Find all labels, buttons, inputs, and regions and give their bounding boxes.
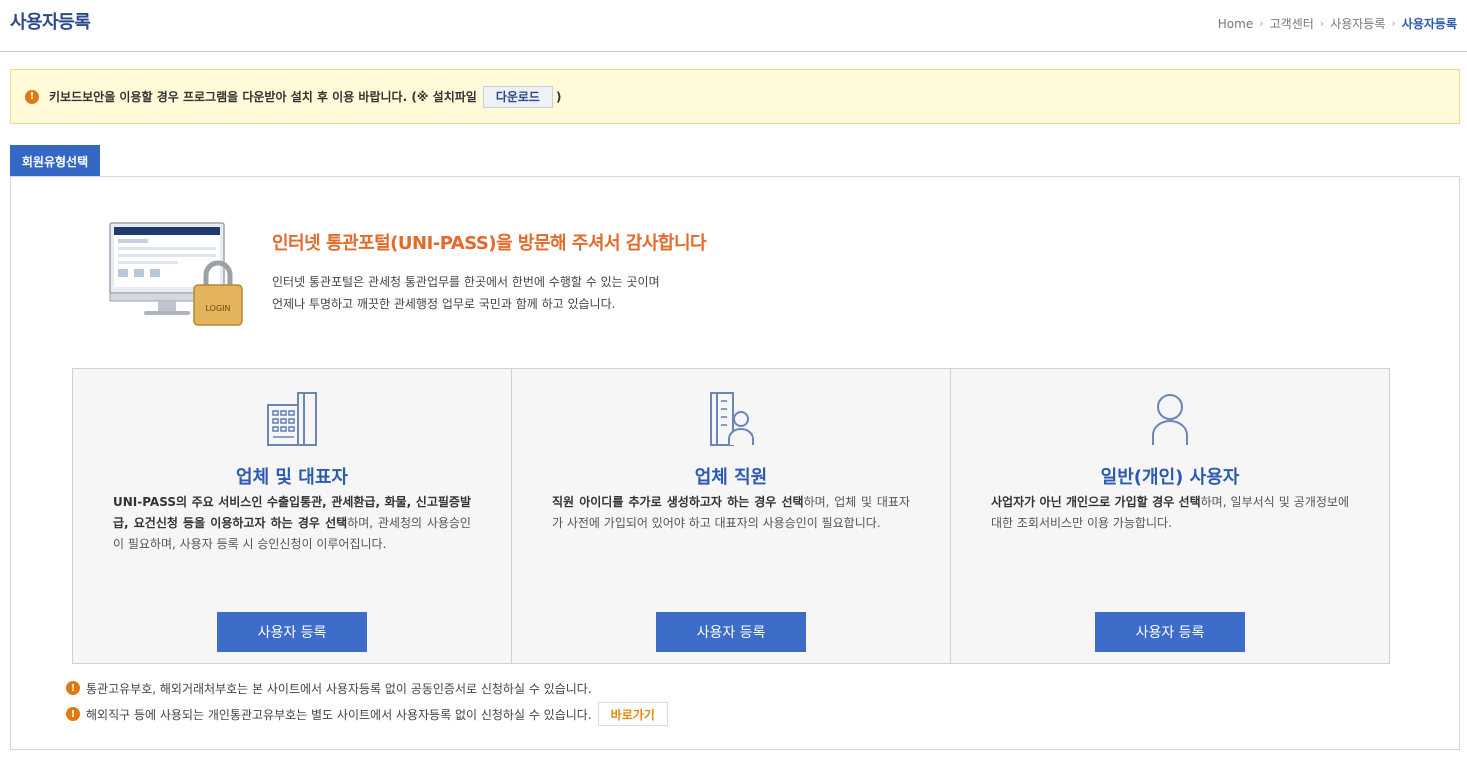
card-title: 업체 및 대표자 — [236, 467, 348, 488]
card-individual-user: 일반(개인) 사용자 사업자가 아닌 개인으로 가입할 경우 선택하며, 일부서… — [950, 369, 1389, 663]
welcome-text: 인터넷 통관포털은 관세청 통관업무를 한곳에서 한번에 수행할 수 있는 곳이… — [272, 271, 660, 315]
download-button[interactable]: 다운로드 — [482, 85, 553, 108]
note-customs-code: ! 통관고유부호, 해외거래처부호는 본 사이트에서 사용자등록 없이 공동인증… — [66, 675, 668, 701]
welcome-text-line2: 언제나 투명하고 깨끗한 관세행정 업무로 국민과 함께 하고 있습니다. — [272, 297, 616, 311]
register-company-button[interactable]: 사용자 등록 — [217, 612, 367, 652]
card-description: 사업자가 아닌 개인으로 가입할 경우 선택하며, 일부서식 및 공개정보에 대… — [991, 492, 1349, 534]
card-title: 업체 직원 — [694, 467, 768, 488]
chevron-right-icon: › — [1319, 17, 1325, 30]
note-personal-customs-code: ! 해외직구 등에 사용되는 개인통관고유부호는 별도 사이트에서 사용자등록 … — [66, 701, 668, 727]
card-company-employee: 업체 직원 직원 아이디를 추가로 생성하고자 하는 경우 선택하며, 업체 및… — [511, 369, 950, 663]
card-description: UNI-PASS의 주요 서비스인 수출입통관, 관세환급, 화물, 신고필증발… — [113, 492, 471, 555]
member-type-panel: LOGIN 인터넷 통관포털(UNI-PASS)을 방문해 주셔서 감사합니다 … — [10, 176, 1460, 750]
welcome-text-line1: 인터넷 통관포털은 관세청 통관업무를 한곳에서 한번에 수행할 수 있는 곳이… — [272, 275, 660, 289]
tab-member-type-select[interactable]: 회원유형선택 — [10, 145, 100, 177]
chevron-right-icon: › — [1259, 17, 1264, 30]
warning-icon: ! — [25, 89, 39, 104]
page-title: 사용자등록 — [10, 12, 91, 33]
page-header: 사용자등록 Home › 고객센터 › 사용자등록 › 사용자등록 — [0, 0, 1467, 52]
welcome-title: 인터넷 통관포털(UNI-PASS)을 방문해 주셔서 감사합니다 — [272, 233, 707, 254]
notice-text: 키보드보안을 이용할 경우 프로그램을 다운받아 설치 후 이용 바랍니다. (… — [49, 90, 477, 104]
breadcrumb: Home › 고객센터 › 사용자등록 › 사용자등록 — [1218, 15, 1457, 32]
card-company-representative: 업체 및 대표자 UNI-PASS의 주요 서비스인 수출입통관, 관세환급, … — [73, 369, 511, 663]
card-title: 일반(개인) 사용자 — [1100, 467, 1240, 488]
keyboard-security-notice: ! 키보드보안을 이용할 경우 프로그램을 다운받아 설치 후 이용 바랍니다.… — [10, 69, 1460, 124]
warning-icon: ! — [66, 707, 80, 721]
monitor-lock-illustration: LOGIN — [109, 222, 243, 326]
notice-close-paren: ) — [555, 89, 562, 104]
building-icon — [267, 392, 317, 446]
breadcrumb-user-registration[interactable]: 사용자등록 — [1330, 15, 1385, 32]
register-employee-button[interactable]: 사용자 등록 — [656, 612, 806, 652]
card-description-bold: 사업자가 아닌 개인으로 가입할 경우 선택 — [991, 495, 1201, 509]
breadcrumb-home[interactable]: Home — [1218, 17, 1253, 31]
breadcrumb-current: 사용자등록 — [1401, 17, 1457, 31]
chevron-right-icon: › — [1391, 17, 1396, 30]
warning-icon: ! — [66, 681, 80, 695]
card-description: 직원 아이디를 추가로 생성하고자 하는 경우 선택하며, 업체 및 대표자가 … — [552, 492, 910, 534]
register-individual-button[interactable]: 사용자 등록 — [1095, 612, 1245, 652]
lock-login-label: LOGIN — [205, 304, 230, 313]
bottom-notes: ! 통관고유부호, 해외거래처부호는 본 사이트에서 사용자등록 없이 공동인증… — [66, 675, 668, 727]
shortcut-button[interactable]: 바로가기 — [597, 702, 668, 726]
breadcrumb-customer-center[interactable]: 고객센터 — [1270, 15, 1314, 32]
note-text: 통관고유부호, 해외거래처부호는 본 사이트에서 사용자등록 없이 공동인증서로… — [86, 681, 592, 696]
employee-icon — [710, 392, 754, 446]
card-description-bold: 직원 아이디를 추가로 생성하고자 하는 경우 선택 — [552, 495, 804, 509]
member-type-cards: 업체 및 대표자 UNI-PASS의 주요 서비스인 수출입통관, 관세환급, … — [72, 368, 1390, 664]
note-text: 해외직구 등에 사용되는 개인통관고유부호는 별도 사이트에서 사용자등록 없이… — [86, 707, 592, 722]
person-icon — [1152, 394, 1188, 445]
